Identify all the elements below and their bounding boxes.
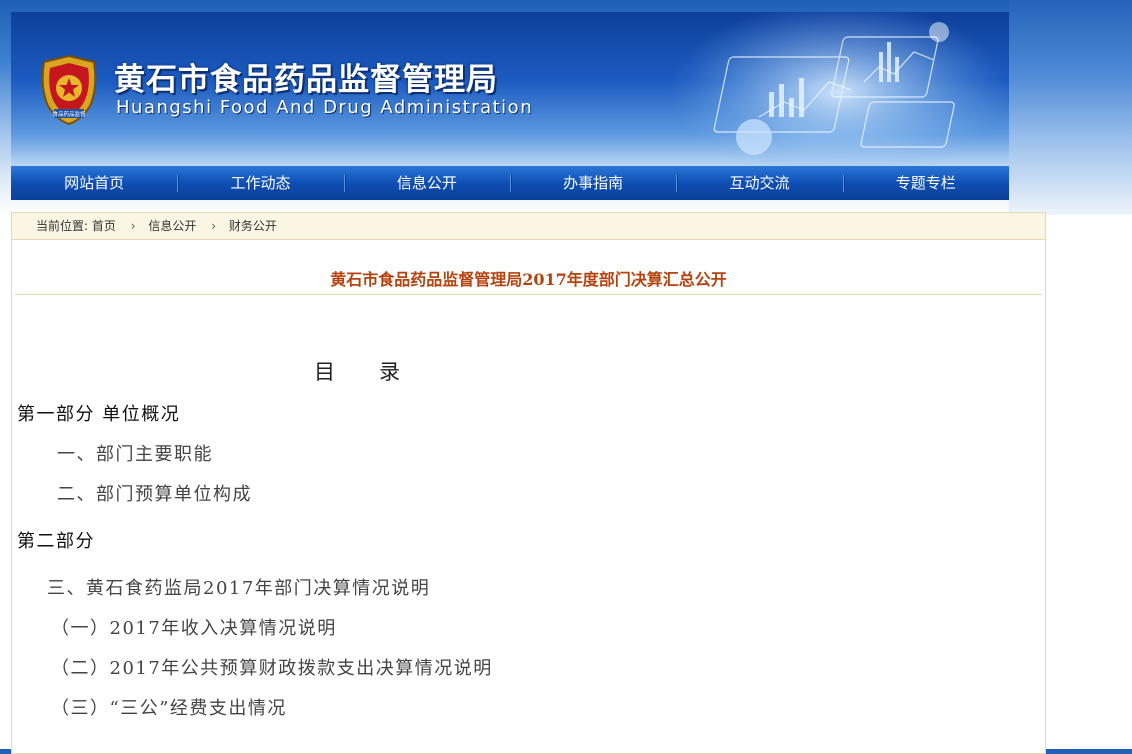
- nav-item-home[interactable]: 网站首页: [11, 166, 177, 200]
- chevron-right-icon: ›: [130, 219, 136, 233]
- article-title: 黄石市食品药品监督管理局2017年度部门决算汇总公开: [330, 270, 727, 289]
- chevron-right-icon: ›: [211, 219, 217, 233]
- breadcrumb-info-disclosure[interactable]: 信息公开: [148, 213, 196, 239]
- toc-subitem-income: （一）2017年收入决算情况说明: [51, 618, 337, 639]
- toc-subitem-three-public: （三）“三公”经费支出情况: [51, 698, 287, 719]
- nav-item-service-guide[interactable]: 办事指南: [509, 166, 676, 200]
- nav-item-work-news[interactable]: 工作动态: [177, 166, 343, 200]
- breadcrumb-label: 当前位置:: [36, 219, 89, 233]
- emblem-text: 食品药品监督: [52, 110, 86, 118]
- toc-item-budget-units: 二、部门预算单位构成: [57, 484, 252, 505]
- nav-item-special-topics[interactable]: 专题专栏: [842, 166, 1009, 200]
- title-divider: [15, 294, 1042, 295]
- site-title: 黄石市食品药品监督管理局: [114, 62, 498, 98]
- nav-item-interaction[interactable]: 互动交流: [676, 166, 842, 200]
- breadcrumb-finance[interactable]: 财务公开: [229, 213, 277, 239]
- toc-item-final-accounts: 三、黄石食药监局2017年部门决算情况说明: [47, 578, 431, 599]
- breadcrumb-home[interactable]: 首页: [92, 213, 116, 239]
- header-banner: 食品药品监督 黄石市食品药品监督管理局 Huangshi Food And Dr…: [11, 12, 1009, 166]
- toc-part-one: 第一部分 单位概况: [17, 404, 181, 425]
- site-subtitle: Huangshi Food And Drug Administration: [116, 97, 534, 118]
- toc-part-two: 第二部分: [17, 531, 95, 552]
- toc-item-main-functions: 一、部门主要职能: [57, 444, 213, 465]
- breadcrumb: 当前位置: 首页 › 信息公开 › 财务公开: [12, 213, 1045, 240]
- toc-subitem-public-budget: （二）2017年公共预算财政拨款支出决算情况说明: [51, 658, 493, 679]
- police-emblem-icon: 食品药品监督: [41, 54, 97, 126]
- content-panel: 当前位置: 首页 › 信息公开 › 财务公开 黄石市食品药品监督管理局2017年…: [11, 212, 1046, 754]
- toc-heading: 目录: [314, 360, 444, 384]
- nav-item-info-disclosure[interactable]: 信息公开: [343, 166, 510, 200]
- banner-decoration: [669, 12, 1009, 166]
- main-nav: 网站首页 工作动态 信息公开 办事指南 互动交流 专题专栏: [11, 166, 1009, 200]
- page-background-right: [1009, 0, 1132, 215]
